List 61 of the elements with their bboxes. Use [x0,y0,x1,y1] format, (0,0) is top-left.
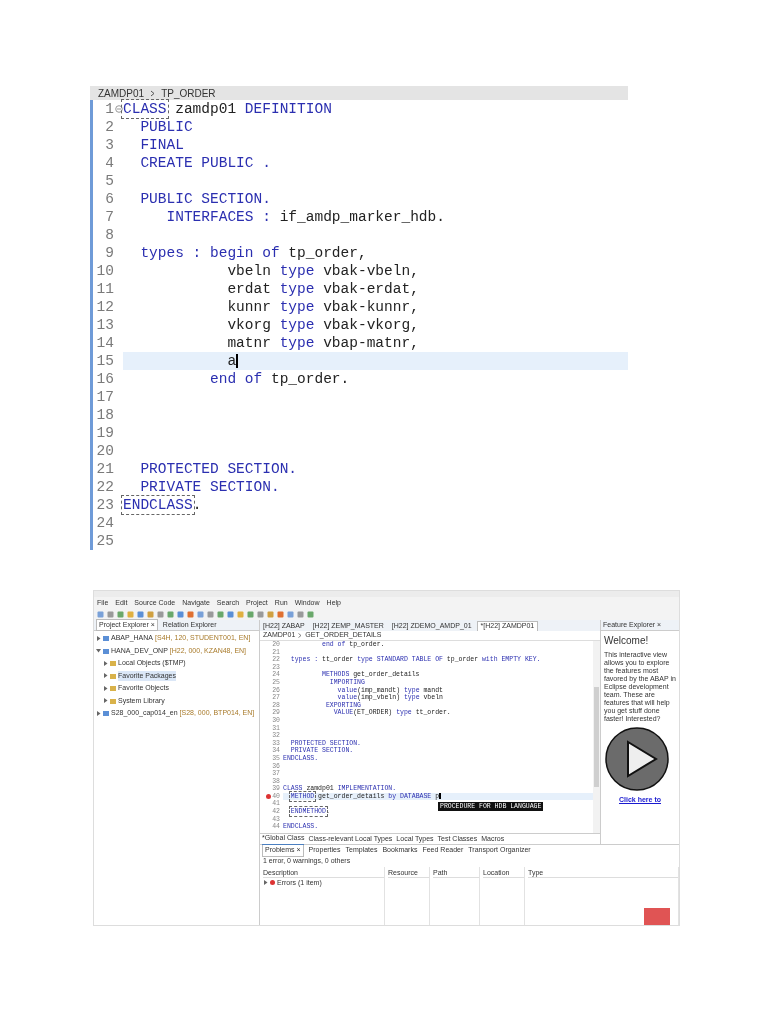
line-number: 9 [105,244,114,262]
expand-arrow-icon[interactable] [103,673,108,679]
line-number: 2 [105,118,114,136]
code-line: matnr type vbap-matnr, [226,335,419,351]
code-line: types : begin of tp_order, [139,245,367,261]
system-icon [103,710,109,717]
line-number: 20 [96,442,114,460]
line-number: 7 [105,208,114,226]
code-line: CLASS zamdp01 DEFINITION [123,101,332,117]
code-line: erdat type vbak-erdat, [226,281,419,297]
overlay-block [644,908,670,925]
code-line: vkorg type vbak-vkorg, [226,317,419,333]
chevron-icon [150,89,156,97]
code-line: PROTECTED SECTION. [139,461,298,477]
breadcrumb-item[interactable]: ZAMDP01 [98,86,145,101]
code-line: kunnr type vbak-kunnr, [226,299,419,315]
line-number: 8 [105,226,114,244]
code-line: PUBLIC [139,119,193,135]
code-line: end of tp_order. [209,371,350,387]
code-line: ENDCLASS. [123,497,202,513]
line-number: 1 [105,100,114,118]
welcome-heading: Welcome! [604,634,649,648]
code-line: FINAL [139,137,184,153]
line-number: 3 [105,136,114,154]
line-number: 21 [96,460,114,478]
line-number: 13 [96,316,114,334]
text-cursor [236,353,239,369]
line-number: 22 [96,478,114,496]
line-number: 18 [96,406,114,424]
expand-arrow-icon[interactable] [103,698,108,704]
play-icon[interactable] [604,726,670,792]
code-line: vbeln type vbak-vbeln, [226,263,419,279]
line-number: 4 [105,154,114,172]
code-line: PRIVATE SECTION. [139,479,280,495]
code-line: a [226,353,237,369]
line-number: 19 [96,424,114,442]
line-number: 25 [96,532,114,550]
expand-arrow-icon[interactable] [96,648,101,654]
line-number: 11 [96,280,114,298]
expand-arrow-icon[interactable] [103,685,108,691]
line-number: 23 [96,496,114,514]
expand-arrow-icon[interactable] [96,635,101,641]
line-number: 6 [105,190,114,208]
line-number: 24 [96,514,114,532]
chevron-icon [298,633,303,638]
expand-arrow-icon[interactable] [96,710,101,716]
line-number: 16 [96,370,114,388]
line-number: 5 [105,172,114,190]
line-number: 15 [96,352,114,370]
code-line: PUBLIC SECTION. [139,191,271,207]
expand-arrow-icon[interactable] [263,880,268,886]
text-cursor [439,792,442,800]
line-number: 17 [96,388,114,406]
breadcrumb-item[interactable]: TP_ORDER [161,86,216,101]
error-icon [270,880,275,886]
line-number: 10 [96,262,114,280]
code-line: INTERFACES : if_amdp_marker_hdb. [165,209,445,225]
expand-arrow-icon[interactable] [103,660,108,666]
code-line: CREATE PUBLIC . [139,155,271,171]
line-number: 12 [96,298,114,316]
line-number: 14 [96,334,114,352]
